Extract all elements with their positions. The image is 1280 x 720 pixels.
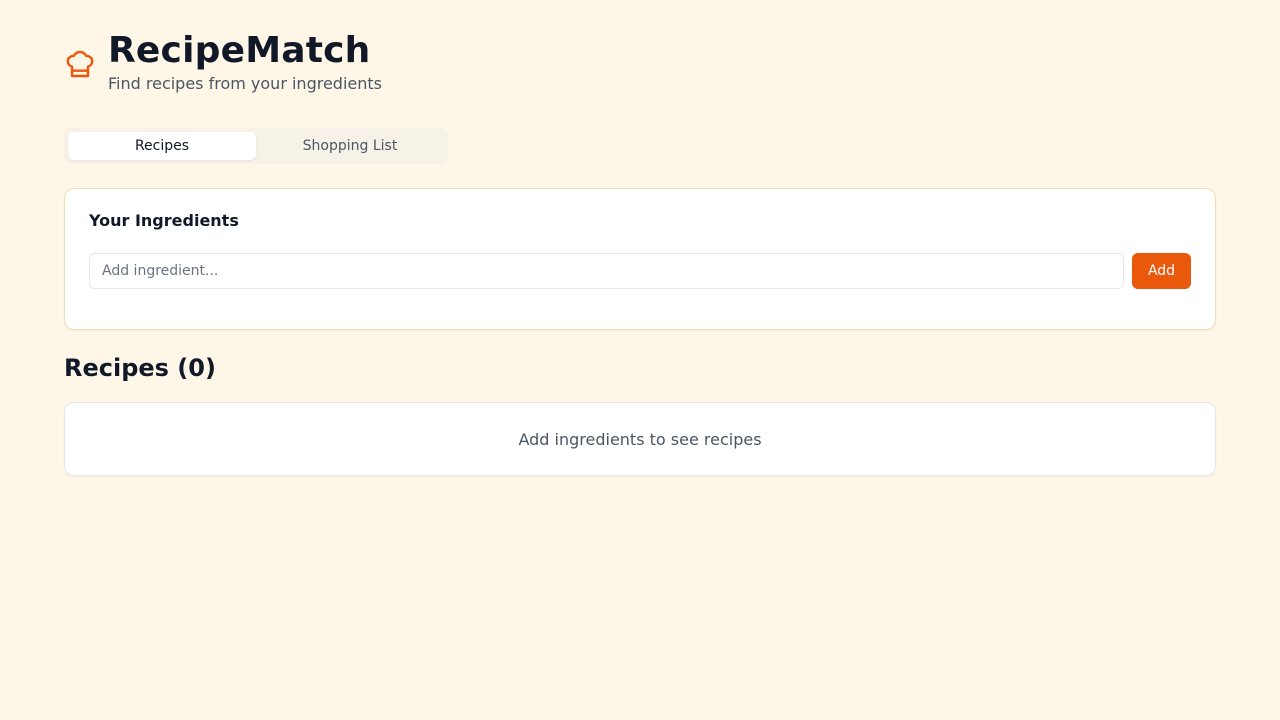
ingredient-input[interactable] (89, 253, 1124, 289)
app-title: RecipeMatch (108, 30, 371, 71)
ingredients-title: Your Ingredients (89, 211, 239, 230)
ingredients-card: Your Ingredients Add (64, 188, 1216, 330)
app-subtitle: Find recipes from your ingredients (108, 74, 382, 93)
chef-hat-icon (64, 48, 96, 80)
app-page: RecipeMatch Find recipes from your ingre… (0, 0, 1280, 720)
empty-state-message: Add ingredients to see recipes (518, 429, 762, 449)
brand: RecipeMatch Find recipes from your ingre… (108, 30, 382, 95)
tab-recipes[interactable]: Recipes (68, 132, 256, 160)
recipes-heading: Recipes (0) (64, 354, 216, 382)
tab-shopping-list[interactable]: Shopping List (256, 132, 444, 160)
add-ingredient-button[interactable]: Add (1132, 253, 1191, 289)
tab-bar: Recipes Shopping List (64, 128, 448, 164)
app-header: RecipeMatch Find recipes from your ingre… (64, 30, 382, 95)
recipes-empty-card: Add ingredients to see recipes (64, 402, 1216, 476)
